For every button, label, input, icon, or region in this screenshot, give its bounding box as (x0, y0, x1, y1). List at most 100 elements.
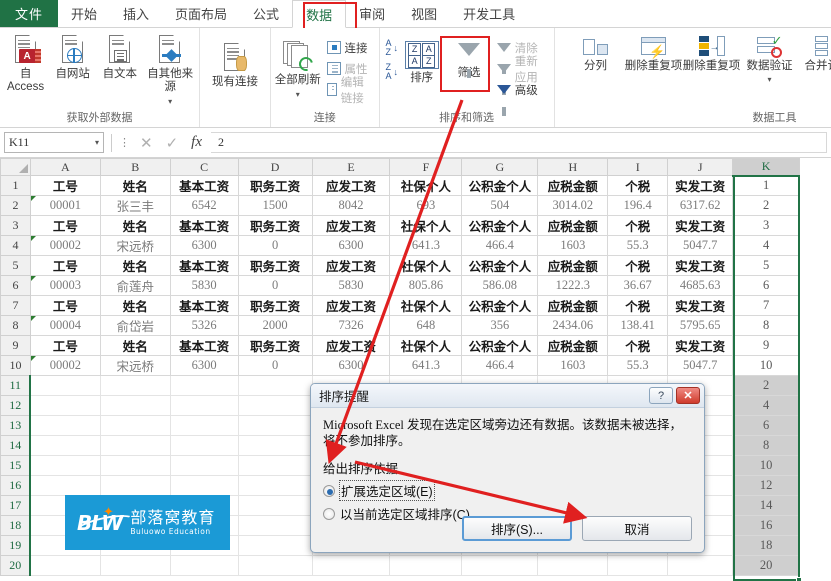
cell[interactable]: 社保个人 (389, 175, 463, 196)
cell[interactable] (99, 435, 171, 456)
advanced-filter-button[interactable]: 高级 (493, 79, 552, 116)
cell[interactable]: 应税金额 (537, 255, 609, 276)
select-all-corner[interactable] (0, 158, 31, 176)
insert-function-icon[interactable]: fx (191, 134, 202, 151)
cell[interactable]: 个税 (607, 175, 669, 196)
formula-input[interactable]: 2 (210, 132, 827, 153)
cell[interactable]: 俞岱岩 (99, 315, 171, 336)
cell[interactable] (667, 555, 734, 576)
cell[interactable]: 6300 (311, 355, 391, 376)
cell[interactable]: 1222.3 (537, 275, 609, 296)
cell-K15[interactable]: 10 (732, 455, 800, 476)
cell[interactable] (237, 395, 313, 416)
cell[interactable]: 社保个人 (389, 215, 463, 236)
cell[interactable]: 姓名 (99, 255, 171, 276)
cell[interactable]: 1603 (537, 235, 609, 256)
tab-file[interactable]: 文件 (0, 0, 58, 27)
cell[interactable]: 职务工资 (237, 175, 313, 196)
cell[interactable]: 实发工资 (667, 175, 734, 196)
cancel-button[interactable]: 取消 (582, 516, 692, 541)
row-header-11[interactable]: 11 (0, 375, 32, 396)
cell[interactable]: 0 (237, 275, 313, 296)
cell-K6[interactable]: 6 (732, 275, 800, 296)
cell[interactable]: 应税金额 (537, 215, 609, 236)
cell[interactable]: 5830 (169, 275, 239, 296)
cell[interactable] (237, 515, 313, 536)
cell[interactable] (169, 395, 239, 416)
sort-confirm-button[interactable]: 排序(S)... (462, 516, 572, 541)
row-header-10[interactable]: 10 (0, 355, 31, 376)
cell[interactable]: 应发工资 (311, 335, 391, 356)
cell[interactable] (237, 455, 313, 476)
cell-K17[interactable]: 14 (732, 495, 800, 516)
cell[interactable] (607, 555, 669, 576)
cell[interactable]: 职务工资 (237, 295, 313, 316)
cell[interactable]: 应发工资 (311, 255, 391, 276)
cell[interactable]: 356 (461, 315, 539, 336)
cell[interactable] (29, 475, 101, 496)
cell[interactable]: 应发工资 (311, 295, 391, 316)
cell-K8[interactable]: 8 (732, 315, 800, 336)
tab-view[interactable]: 视图 (398, 0, 450, 27)
row-header-17[interactable]: 17 (0, 495, 32, 516)
existing-connections-button[interactable]: 现有连接 (202, 39, 268, 89)
cell[interactable]: 公积金个人 (461, 175, 539, 196)
cell[interactable] (537, 555, 609, 576)
cell[interactable]: 个税 (607, 255, 669, 276)
cell-K14[interactable]: 8 (732, 435, 800, 456)
cell[interactable]: 4685.63 (667, 275, 734, 296)
edit-links-button[interactable]: 编辑链接 (323, 77, 377, 105)
cell-K5[interactable]: 5 (732, 255, 800, 276)
chevron-down-icon[interactable]: ▾ (296, 88, 300, 101)
from-text-button[interactable]: 自文本 (96, 31, 143, 81)
cell-K18[interactable]: 16 (732, 515, 800, 536)
cell[interactable]: 586.08 (461, 275, 539, 296)
data-validation-button[interactable]: ✓ 数据验证 ▾ (741, 31, 799, 86)
cell[interactable]: 职务工资 (237, 335, 313, 356)
cell[interactable]: 公积金个人 (461, 215, 539, 236)
cell[interactable] (237, 415, 313, 436)
cell-K16[interactable]: 12 (732, 475, 800, 496)
cell[interactable]: 5795.65 (667, 315, 734, 336)
col-header-K[interactable]: K (732, 158, 800, 177)
radio-expand-selection[interactable]: 扩展选定区域(E) (323, 480, 692, 501)
cell[interactable] (29, 455, 101, 476)
sort-descending-icon[interactable]: Z A ↓ (386, 63, 399, 81)
cell[interactable]: 0 (237, 235, 313, 256)
row-header-3[interactable]: 3 (0, 215, 31, 236)
cell[interactable]: 实发工资 (667, 255, 734, 276)
cell[interactable]: 55.3 (607, 355, 669, 376)
cell[interactable]: 实发工资 (667, 335, 734, 356)
cell[interactable]: 公积金个人 (461, 295, 539, 316)
radio-icon-unselected[interactable] (323, 507, 335, 520)
cell[interactable]: 工号 (29, 175, 101, 196)
cell[interactable]: 职务工资 (237, 215, 313, 236)
remove-duplicates-button[interactable]: → 删除重复项 (683, 31, 741, 72)
cell[interactable]: 应发工资 (311, 215, 391, 236)
cell[interactable] (237, 435, 313, 456)
cell-K3[interactable]: 3 (732, 215, 800, 236)
cell[interactable]: 5047.7 (667, 235, 734, 256)
row-header-6[interactable]: 6 (0, 275, 31, 296)
refresh-all-button[interactable]: 全部刷新 ▾ (273, 37, 323, 101)
sort-button[interactable]: ZA AZ 排序 (398, 37, 445, 85)
col-header-D[interactable]: D (237, 158, 313, 176)
cell[interactable]: 6300 (311, 235, 391, 256)
cell[interactable]: 00003 (29, 275, 101, 296)
formula-bar-expand-dots[interactable]: ⋮ (119, 136, 131, 149)
row-header-2[interactable]: 2 (0, 195, 31, 216)
cell[interactable]: 641.3 (389, 235, 463, 256)
cell[interactable]: 6317.62 (667, 195, 734, 216)
cell[interactable]: 应税金额 (537, 335, 609, 356)
cell-K13[interactable]: 6 (732, 415, 800, 436)
cell[interactable] (169, 435, 239, 456)
cancel-icon[interactable]: ✕ (140, 134, 153, 152)
row-header-4[interactable]: 4 (0, 235, 31, 256)
cell[interactable]: 职务工资 (237, 255, 313, 276)
cell[interactable] (237, 555, 313, 576)
cell[interactable]: 8042 (311, 195, 391, 216)
row-header-1[interactable]: 1 (0, 175, 31, 196)
cell[interactable]: 00004 (29, 315, 101, 336)
name-box[interactable]: K11 ▾ (4, 132, 104, 153)
cell[interactable] (29, 415, 101, 436)
